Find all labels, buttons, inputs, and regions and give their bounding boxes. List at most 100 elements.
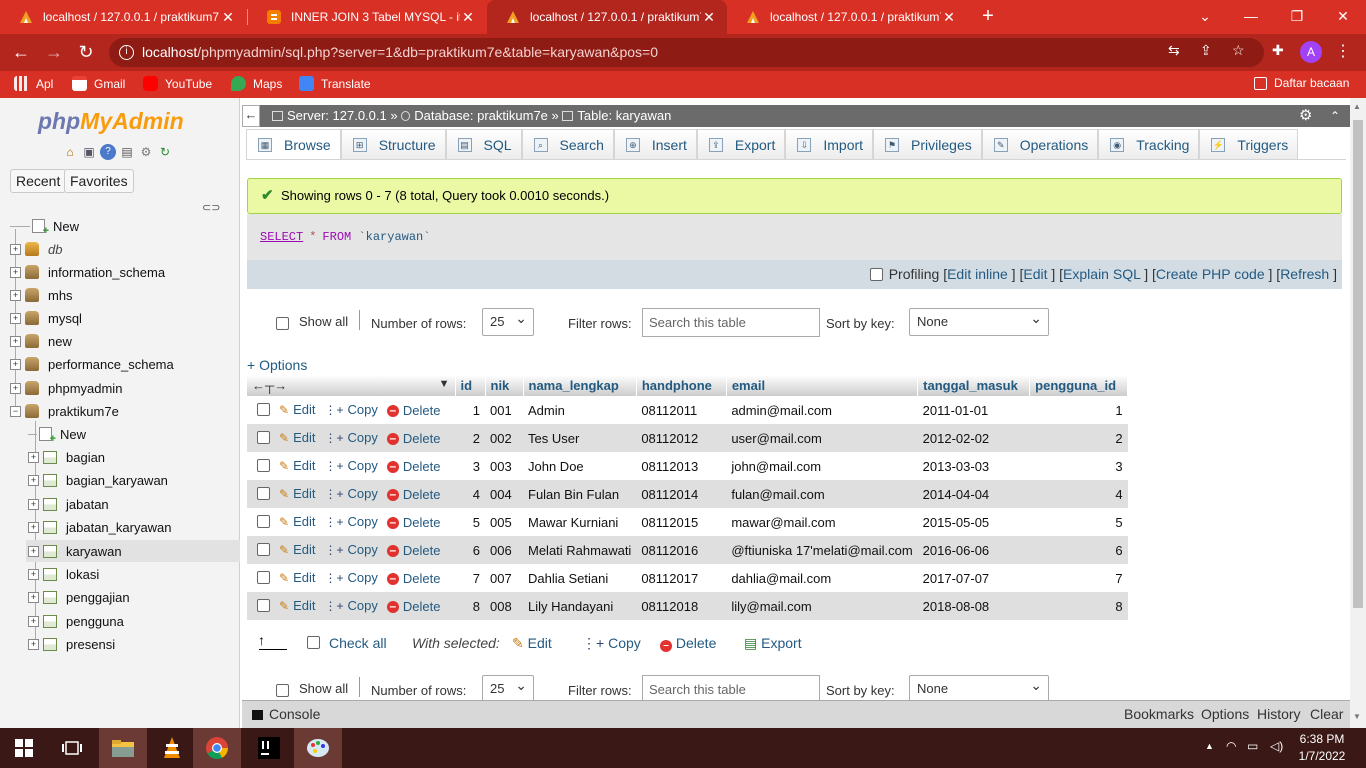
task-view-icon[interactable] [48,728,96,768]
edit-link[interactable]: Edit [1023,266,1047,282]
expand-icon[interactable]: + [10,382,21,394]
cell-email[interactable]: mawar@mail.com [726,508,918,536]
cell-email[interactable]: fulan@mail.com [726,480,918,508]
cell-nik[interactable]: 005 [485,508,523,536]
battery-icon[interactable]: ▭ [1247,739,1258,753]
cell-nama_lengkap[interactable]: Fulan Bin Fulan [523,480,637,508]
browser-tab[interactable]: INNER JOIN 3 Tabel MYSQL - itor ✕ [248,0,486,34]
cell-pengguna_id[interactable]: 6 [1029,536,1128,564]
expand-icon[interactable]: + [28,451,39,463]
cell-nik[interactable]: 003 [485,452,523,480]
cell-nama_lengkap[interactable]: John Doe [523,452,637,480]
cell-email[interactable]: dahlia@mail.com [726,564,918,592]
row-checkbox[interactable] [257,402,270,416]
row-edit-button[interactable]: ✎ Edit [279,514,315,529]
tree-database[interactable]: − praktikum7e [10,400,119,422]
cell-pengguna_id[interactable]: 8 [1029,592,1128,620]
bulk-copy-button[interactable]: ⋮+ Copy [582,635,641,652]
tree-table[interactable]: + karyawan [26,540,240,562]
wifi-icon[interactable]: ◠ [1226,739,1236,753]
close-icon[interactable]: ✕ [460,9,476,26]
row-checkbox[interactable] [257,598,270,612]
rows-select[interactable]: 25 [482,672,534,703]
expand-icon[interactable]: + [10,358,21,370]
collapse-icon[interactable]: − [10,405,21,417]
refresh-link[interactable]: Refresh [1280,266,1329,282]
tree-table[interactable]: + jabatan [28,493,109,515]
column-header-id[interactable]: id [455,375,486,396]
expand-icon[interactable]: + [10,335,21,347]
tree-table[interactable]: + bagian_karyawan [28,469,168,491]
filter-rows-input[interactable]: Search this table [642,308,820,337]
expand-icon[interactable]: + [28,591,39,603]
cell-handphone[interactable]: 08112016 [636,536,727,564]
cell-id[interactable]: 4 [455,480,485,508]
row-edit-button[interactable]: ✎ Edit [279,486,315,501]
rows-select[interactable]: 25 [482,305,534,336]
url-bar[interactable]: i localhost/phpmyadmin/sql.php?server=1&… [109,38,1264,67]
cell-tanggal_masuk[interactable]: 2013-03-03 [917,452,1030,480]
file-explorer-icon[interactable] [99,728,147,768]
row-copy-button[interactable]: ⋮+ Copy [324,486,377,501]
bookmark-maps[interactable]: Maps [231,76,282,91]
row-edit-button[interactable]: ✎ Edit [279,598,315,613]
tab-operations[interactable]: ✎ Operations [981,129,1099,159]
breadcrumb-table[interactable]: Table: karyawan [577,108,671,123]
browser-tab[interactable]: localhost / 127.0.0.1 / praktikum7 ✕ [0,0,246,34]
close-window-icon[interactable]: ✕ [1320,0,1366,34]
cell-id[interactable]: 8 [455,592,485,620]
row-copy-button[interactable]: ⋮+ Copy [324,598,377,613]
row-copy-button[interactable]: ⋮+ Copy [324,402,377,417]
cell-id[interactable]: 3 [455,452,485,480]
tree-database[interactable]: + information_schema [10,261,165,283]
row-checkbox[interactable] [257,486,270,500]
bookmark-translate[interactable]: Translate [299,76,371,91]
explain-sql-link[interactable]: Explain SQL [1063,266,1140,282]
expand-icon[interactable]: + [28,568,39,580]
bookmark-gmail[interactable]: Gmail [72,76,125,91]
expand-icon[interactable]: + [28,638,39,650]
tab-triggers[interactable]: ⚡ Triggers [1199,129,1299,159]
extensions-icon[interactable]: ✚ [1272,42,1284,59]
bulk-edit-button[interactable]: ✎ Edit [512,635,552,652]
cell-nik[interactable]: 006 [485,536,523,564]
browser-tab-active[interactable]: localhost / 127.0.0.1 / praktikum7 ✕ [487,0,727,34]
cell-nama_lengkap[interactable]: Lily Handayani [523,592,637,620]
cell-email[interactable]: @ftiuniska 17'melati@mail.com [726,536,918,564]
vlc-icon[interactable] [148,728,196,768]
cell-pengguna_id[interactable]: 4 [1029,480,1128,508]
row-delete-button[interactable]: – Delete [386,515,440,530]
expand-icon[interactable]: + [10,289,21,301]
tree-database[interactable]: + db [10,238,62,260]
cell-pengguna_id[interactable]: 5 [1029,508,1128,536]
cell-handphone[interactable]: 08112014 [636,480,727,508]
tree-database[interactable]: + performance_schema [10,353,174,375]
recent-button[interactable]: Recent [10,169,67,193]
breadcrumb-server[interactable]: Server: 127.0.0.1 [287,108,387,123]
cell-nama_lengkap[interactable]: Melati Rahmawati [523,536,637,564]
show-all-checkbox[interactable] [276,317,289,330]
cell-email[interactable]: lily@mail.com [726,592,918,620]
cell-nik[interactable]: 002 [485,424,523,452]
intellij-icon[interactable] [245,728,293,768]
bulk-delete-button[interactable]: – Delete [660,635,716,652]
tree-table[interactable]: + lokasi [28,563,99,585]
settings-icon[interactable]: ⚙ [138,144,154,160]
row-delete-button[interactable]: – Delete [386,403,440,418]
tree-new-item[interactable]: New [10,215,79,237]
profiling-checkbox[interactable] [869,268,883,281]
edit-inline-link[interactable]: Edit inline [947,266,1008,282]
forward-icon[interactable]: → [41,40,67,66]
row-checkbox[interactable] [257,542,270,556]
console-toggle[interactable]: Console [269,706,320,722]
options-link[interactable]: + Options [247,357,307,373]
column-header-handphone[interactable]: handphone [636,375,727,396]
windows-start-icon[interactable] [0,728,48,768]
row-checkbox[interactable] [257,458,270,472]
expand-icon[interactable]: + [28,521,39,533]
chevron-up-icon[interactable]: ▲ [1205,741,1214,751]
close-icon[interactable]: ✕ [941,9,957,26]
cell-pengguna_id[interactable]: 2 [1029,424,1128,452]
volume-icon[interactable]: ◁) [1270,739,1283,753]
cell-email[interactable]: john@mail.com [726,452,918,480]
